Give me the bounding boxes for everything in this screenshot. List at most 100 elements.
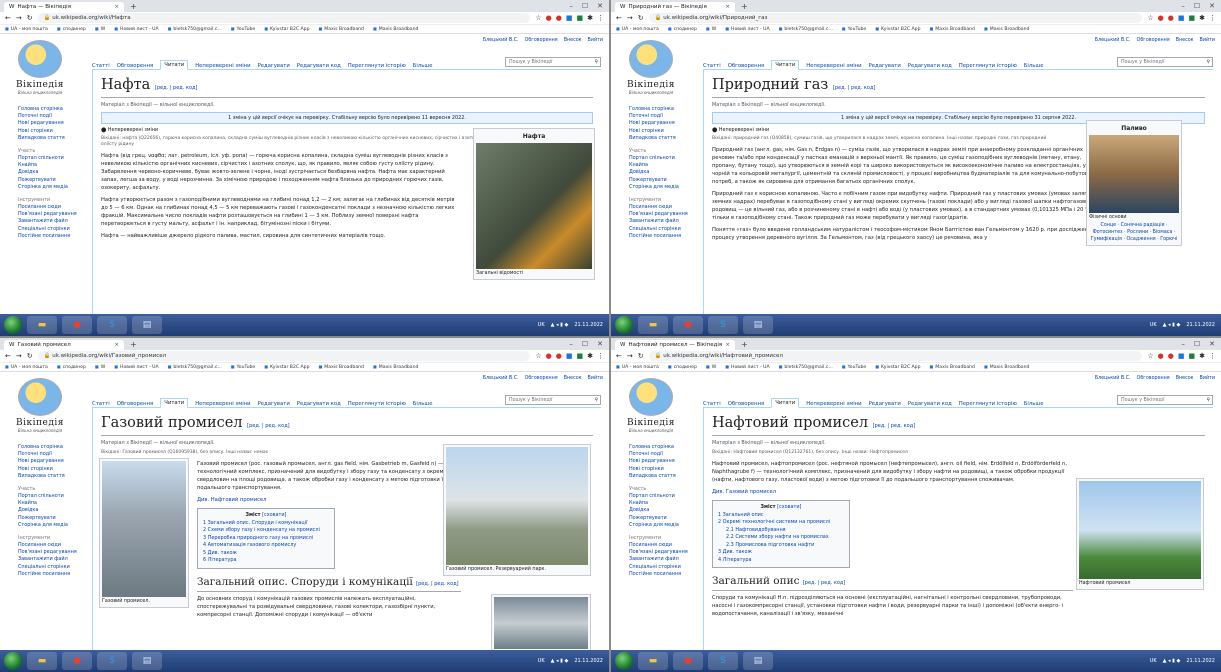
- search-icon[interactable]: ⚲: [594, 58, 600, 66]
- page-tab[interactable]: Читати: [771, 60, 800, 70]
- sidebar-item[interactable]: Довідка: [629, 507, 703, 514]
- wikipedia-logo[interactable]: Вікіпедія Вільна енциклопедія: [623, 378, 679, 438]
- forward-arrow-icon[interactable]: →: [627, 352, 633, 360]
- page-tab[interactable]: Редагувати: [869, 63, 901, 69]
- sidebar-item[interactable]: Нові сторінки: [18, 128, 92, 135]
- sidebar-item[interactable]: Спеціальні сторінки: [629, 564, 703, 571]
- bookmark-item[interactable]: Maxis Broadband: [319, 364, 364, 370]
- puzzle-icon[interactable]: ✱: [1199, 14, 1205, 22]
- language-indicator[interactable]: UK: [1150, 658, 1157, 664]
- minimize-icon[interactable]: –: [569, 1, 573, 12]
- menu-dots-icon[interactable]: ⋮: [597, 14, 604, 22]
- translate-icon[interactable]: ■: [1189, 352, 1196, 360]
- personal-link[interactable]: Внесок: [1176, 38, 1194, 43]
- sidebar-item[interactable]: Головна сторінка: [629, 444, 703, 451]
- image-thumbnail[interactable]: [446, 447, 588, 565]
- puzzle-icon[interactable]: ✱: [1199, 352, 1205, 360]
- sidebar-item[interactable]: Поточні події: [18, 451, 92, 458]
- page-tab[interactable]: Непереверені зміни: [195, 63, 250, 69]
- page-tab[interactable]: Статті: [92, 401, 110, 407]
- menu-dots-icon[interactable]: ⋮: [1209, 14, 1216, 22]
- page-tab[interactable]: Більше: [413, 401, 433, 407]
- forward-arrow-icon[interactable]: →: [16, 352, 22, 360]
- sidebar-item[interactable]: Спеціальні сторінки: [18, 564, 92, 571]
- puzzle-icon[interactable]: ✱: [587, 14, 593, 22]
- new-tab-button[interactable]: +: [124, 2, 143, 12]
- personal-link[interactable]: Блецький В.С.: [1095, 376, 1131, 381]
- search-input[interactable]: Пошук у Вікіпедії ⚲: [505, 57, 601, 67]
- bookmark-item[interactable]: Maxis Broadband: [984, 26, 1030, 32]
- toc-item[interactable]: 4 Автоматизація газового промислу: [203, 542, 329, 550]
- page-tab[interactable]: Читати: [160, 398, 189, 408]
- bookmark-item[interactable]: Maxis Broadband: [373, 364, 419, 370]
- toc-item[interactable]: 2.2 Системи збору нафти на промислах: [726, 534, 844, 542]
- sidebar-item[interactable]: Кнайпа: [18, 500, 92, 507]
- toc-item[interactable]: 4 Література: [718, 557, 844, 565]
- article-image[interactable]: Газовий промисел.: [99, 458, 189, 608]
- lastpass-icon[interactable]: ●: [1168, 352, 1174, 360]
- personal-link[interactable]: Обговорення: [1137, 376, 1170, 381]
- edit-links[interactable]: [ред. | ред. код]: [833, 85, 875, 91]
- sidebar-item[interactable]: Випадкова стаття: [629, 135, 703, 142]
- bookmark-item[interactable]: W: [95, 364, 106, 370]
- edit-links[interactable]: [ред. | ред. код]: [416, 581, 458, 587]
- sidebar-item[interactable]: Пожертвувати: [629, 177, 703, 184]
- close-window-icon[interactable]: ✕: [1209, 339, 1215, 350]
- sidebar-item[interactable]: Посилання сюди: [18, 542, 92, 549]
- star-icon[interactable]: ☆: [1147, 352, 1153, 360]
- search-input[interactable]: Пошук у Вікіпедії ⚲: [505, 395, 601, 405]
- bookmark-item[interactable]: Kyivstar B2C App: [875, 26, 920, 32]
- page-tab[interactable]: Обговорення: [728, 63, 765, 69]
- article-image[interactable]: Нафта Загальні відомості: [473, 128, 595, 280]
- toc-item[interactable]: 1 Загальний опис. Споруди і комунікації: [203, 520, 329, 528]
- personal-link[interactable]: Обговорення: [1137, 38, 1170, 43]
- sidebar-item[interactable]: Нові сторінки: [629, 466, 703, 473]
- back-arrow-icon[interactable]: ←: [616, 14, 622, 22]
- image-thumbnail[interactable]: [102, 461, 186, 597]
- sidebar-item[interactable]: Спеціальні сторінки: [18, 226, 92, 233]
- translate-icon[interactable]: ■: [1189, 14, 1196, 22]
- toc-item[interactable]: 3 Див. також: [718, 549, 844, 557]
- bookmark-item[interactable]: сподинер: [668, 364, 697, 370]
- back-arrow-icon[interactable]: ←: [5, 14, 11, 22]
- sidebar-item[interactable]: Посилання сюди: [629, 204, 703, 211]
- sidebar-item[interactable]: Постійне посилання: [629, 571, 703, 578]
- star-icon[interactable]: ☆: [1147, 14, 1153, 22]
- browser-tab[interactable]: W Природний газ — Вікіпедія ×: [615, 2, 735, 12]
- page-tab[interactable]: Обговорення: [117, 401, 154, 407]
- sidebar-item[interactable]: Нові сторінки: [629, 128, 703, 135]
- bookmark-item[interactable]: bletsk750@gmail.c...: [168, 364, 221, 370]
- lastpass-icon[interactable]: ●: [1168, 14, 1174, 22]
- bookmark-item[interactable]: Maxis Broadband: [319, 26, 364, 32]
- bookmark-item[interactable]: Maxis Broadband: [930, 26, 975, 32]
- bookmark-item[interactable]: UA - моя пошта: [616, 364, 659, 370]
- page-tab[interactable]: Читати: [771, 398, 800, 408]
- toc-item[interactable]: 5 Див. також: [203, 550, 329, 558]
- skype-taskbar-icon[interactable]: S: [708, 652, 738, 670]
- bookmark-item[interactable]: Maxis Broadband: [373, 26, 419, 32]
- extension-icon[interactable]: ■: [1178, 352, 1185, 360]
- image-thumbnail[interactable]: [1079, 481, 1201, 579]
- sidebar-item[interactable]: Кнайпа: [629, 162, 703, 169]
- sidebar-item[interactable]: Сторінка для медіа: [629, 522, 703, 529]
- browser-tab[interactable]: W Газовий промисел ×: [4, 340, 124, 350]
- bookmark-item[interactable]: сподинер: [668, 26, 697, 32]
- language-indicator[interactable]: UK: [538, 658, 545, 664]
- opera-icon[interactable]: ●: [546, 352, 552, 360]
- bookmark-item[interactable]: Новий лист - UA: [114, 364, 159, 370]
- url-field[interactable]: 🔒 uk.wikipedia.org/wiki/Нафта: [37, 13, 531, 23]
- bookmark-item[interactable]: Maxis Broadband: [930, 364, 975, 370]
- start-button-icon[interactable]: [4, 652, 22, 670]
- page-tab[interactable]: Редагувати: [258, 401, 290, 407]
- search-icon[interactable]: ⚲: [594, 396, 600, 404]
- sidebar-item[interactable]: Пожертвувати: [629, 515, 703, 522]
- personal-link[interactable]: Внесок: [1176, 376, 1194, 381]
- reload-icon[interactable]: ↻: [638, 352, 644, 360]
- extension-icon[interactable]: ■: [566, 352, 573, 360]
- minimize-icon[interactable]: –: [1181, 339, 1185, 350]
- sidebar-item[interactable]: Нові сторінки: [18, 466, 92, 473]
- personal-link[interactable]: Обговорення: [525, 38, 558, 43]
- page-tab[interactable]: Переглянути історію: [348, 401, 406, 407]
- page-tab[interactable]: Редагувати код: [297, 63, 341, 69]
- star-icon[interactable]: ☆: [535, 352, 541, 360]
